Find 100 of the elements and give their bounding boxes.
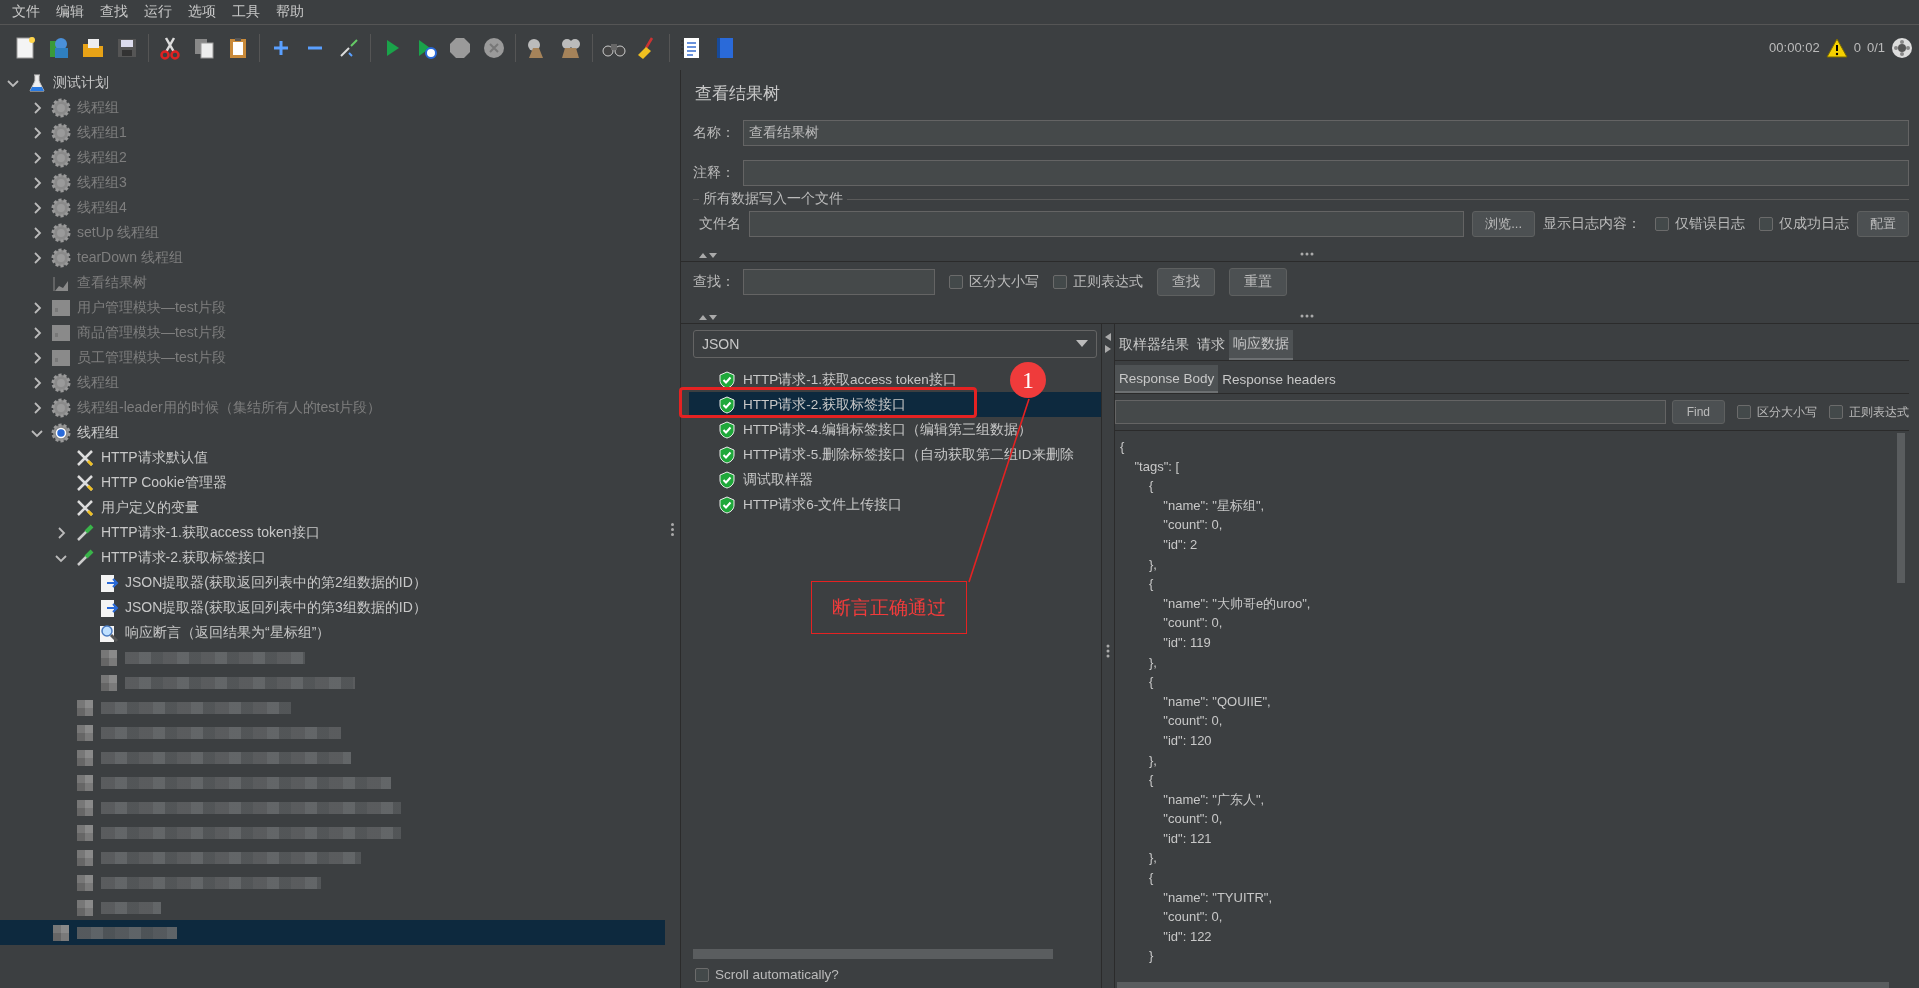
menu-item[interactable]: 工具	[224, 3, 268, 21]
result-item[interactable]: HTTP请求6-文件上传接口	[743, 495, 903, 514]
menu-item[interactable]: 文件	[4, 3, 48, 21]
code-line: "count": 0,	[1162, 516, 1224, 535]
code-line: },	[1147, 653, 1158, 672]
checkbox[interactable]	[1759, 217, 1773, 231]
checkbox-label[interactable]: 仅错误日志	[1675, 215, 1745, 233]
checkbox-label[interactable]: 正则表达式	[1849, 403, 1909, 421]
selected-row[interactable]	[0, 920, 665, 945]
result-item[interactable]: 调试取样器	[743, 470, 813, 489]
vertical-scrollbar[interactable]	[1897, 433, 1905, 583]
comment-field[interactable]	[743, 160, 1909, 186]
menu-item[interactable]: 运行	[136, 3, 180, 21]
stop-icon[interactable]	[448, 35, 472, 60]
shutdown-icon[interactable]	[482, 35, 506, 60]
gear-icon	[51, 122, 71, 143]
code-line: "count": 0,	[1162, 908, 1224, 927]
search-field[interactable]	[743, 269, 935, 295]
code-line: "count": 0,	[1162, 712, 1224, 731]
box-icon	[51, 322, 71, 343]
tree-item-label[interactable]: 线程组	[77, 423, 119, 442]
code-line: "count": 0,	[1162, 810, 1224, 829]
checkbox-label[interactable]: 正则表达式	[1073, 273, 1143, 291]
code-line: "name": "QOUIIE",	[1162, 692, 1272, 711]
renderer-dropdown[interactable]: JSON	[693, 330, 1097, 358]
result-item[interactable]: HTTP请求-4.编辑标签接口（编辑第三组数据）	[743, 420, 1032, 439]
find-button[interactable]: 查找	[1157, 268, 1215, 296]
pixelated-icon	[75, 822, 95, 843]
selected-row[interactable]: HTTP请求-2.获取标签接口	[689, 392, 1101, 417]
code-line: }	[1147, 947, 1155, 966]
checkbox[interactable]	[1829, 405, 1843, 419]
checkbox-label[interactable]: Scroll automatically?	[715, 967, 839, 982]
new-file-icon[interactable]	[13, 35, 37, 60]
configure-button[interactable]: 配置	[1857, 211, 1909, 237]
tree-item-label[interactable]: 用户定义的变量	[101, 498, 199, 517]
menu-item[interactable]: 选项	[180, 3, 224, 21]
tree-item-label[interactable]: HTTP请求默认值	[101, 448, 208, 467]
field-label: 名称：	[693, 124, 735, 142]
code-line: {	[1147, 477, 1155, 496]
checkbox[interactable]	[1655, 217, 1669, 231]
result-item[interactable]: HTTP请求-2.获取标签接口	[743, 395, 906, 414]
warning-icon	[1825, 37, 1848, 58]
pixelated-icon	[75, 772, 95, 793]
checkbox-label[interactable]: 区分大小写	[1757, 403, 1817, 421]
checkbox-label[interactable]: 仅成功日志	[1779, 215, 1849, 233]
tree-item-label[interactable]: HTTP请求-2.获取标签接口	[101, 548, 266, 567]
gear-icon	[51, 397, 71, 418]
checkbox[interactable]	[949, 275, 963, 289]
splitter-grip-icon[interactable]	[671, 522, 674, 536]
pixelated-icon	[75, 747, 95, 768]
search-field[interactable]	[1115, 400, 1666, 424]
tab[interactable]: 响应数据	[1229, 330, 1293, 360]
checkbox-label[interactable]: 区分大小写	[969, 273, 1039, 291]
pixelated-icon	[75, 872, 95, 893]
templates-icon[interactable]	[47, 35, 71, 60]
splitter-grip-icon	[1300, 314, 1314, 318]
pixelated-icon	[75, 847, 95, 868]
code-line: "id": 119	[1162, 633, 1212, 652]
field-label: 文件名	[699, 215, 741, 233]
menu-item[interactable]: 帮助	[268, 3, 312, 21]
code-line: },	[1147, 849, 1158, 868]
tree-item-label[interactable]: JSON提取器(获取返回列表中的第2组数据的ID）	[125, 573, 427, 592]
splitter-grip-icon	[1106, 644, 1110, 658]
code-line: "name": "大帅哥e的uroo",	[1162, 594, 1312, 613]
pixelated-text	[101, 901, 161, 914]
menu-item[interactable]: 查找	[92, 3, 136, 21]
code-line: {	[1147, 673, 1155, 692]
dropdown-caret-icon	[1076, 340, 1088, 348]
field-label: 显示日志内容：	[1543, 215, 1641, 233]
tab[interactable]: 取样器结果	[1115, 330, 1193, 360]
tree-item-label[interactable]: 测试计划	[53, 73, 109, 92]
tree-item-label[interactable]: HTTP Cookie管理器	[101, 473, 227, 492]
tree-item-label[interactable]: 响应断言（返回结果为“星标组”）	[125, 623, 331, 642]
checkbox[interactable]	[695, 967, 709, 982]
find-button[interactable]: Find	[1671, 400, 1725, 424]
name-field[interactable]: 查看结果树	[743, 120, 1909, 146]
menu-item[interactable]: 编辑	[48, 3, 92, 21]
code-line: "count": 0,	[1162, 614, 1224, 633]
tab[interactable]: Response headers	[1218, 365, 1340, 393]
tree-item-label[interactable]: HTTP请求-1.获取access token接口	[101, 523, 320, 542]
checkbox[interactable]	[1053, 275, 1067, 289]
browse-button[interactable]: 浏览...	[1472, 211, 1535, 237]
tab[interactable]: Response Body	[1115, 365, 1219, 393]
scissors-icon[interactable]	[158, 35, 182, 60]
reset-button[interactable]: 重置	[1229, 268, 1287, 296]
result-item[interactable]: HTTP请求-1.获取access token接口	[743, 370, 957, 389]
checkbox[interactable]	[1737, 405, 1751, 419]
code-line: "name": "广东人",	[1162, 790, 1266, 809]
tree-item-label[interactable]: JSON提取器(获取返回列表中的第3组数据的ID）	[125, 598, 427, 617]
pixelated-icon	[75, 722, 95, 743]
tab[interactable]: 请求	[1193, 330, 1229, 360]
code-line: {	[1147, 771, 1155, 790]
horizontal-scrollbar[interactable]	[1117, 982, 1889, 988]
code-line: },	[1147, 555, 1158, 574]
code-line: "id": 121	[1162, 829, 1213, 848]
filename-field[interactable]	[749, 211, 1465, 237]
pixelated-icon	[75, 697, 95, 718]
pixelated-icon	[99, 647, 119, 668]
horizontal-scrollbar[interactable]	[693, 949, 1053, 959]
code-line: "name": "TYUITR",	[1162, 888, 1274, 907]
